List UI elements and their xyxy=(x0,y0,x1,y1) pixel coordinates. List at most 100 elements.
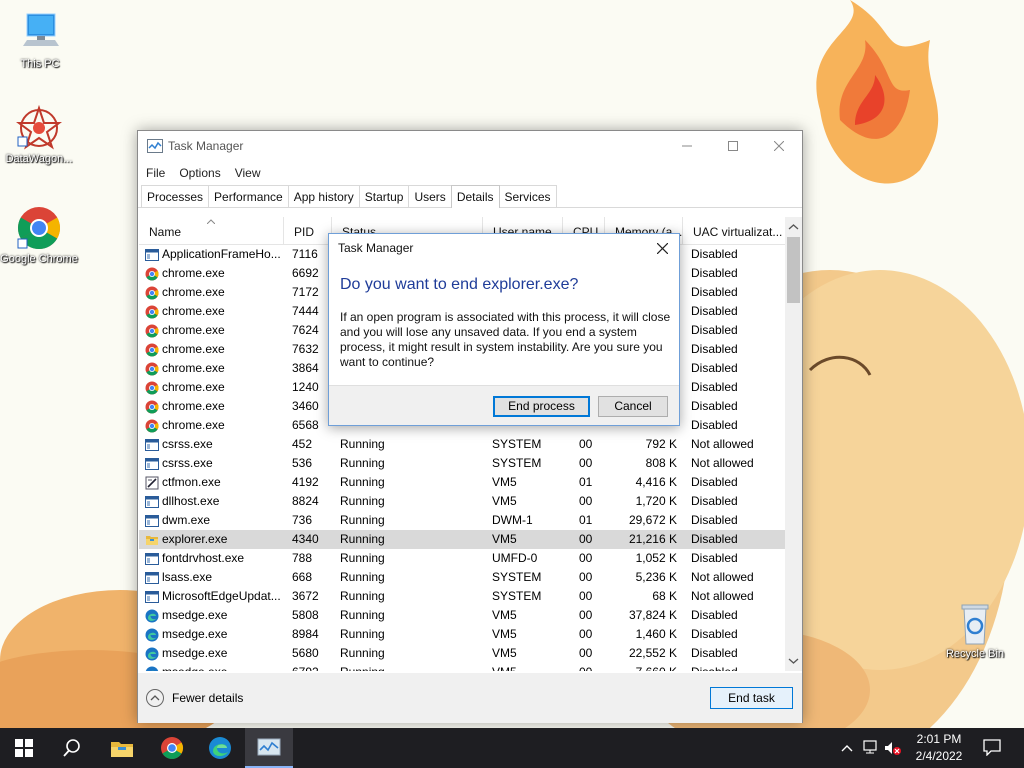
table-row[interactable]: lsass.exe 668 Running SYSTEM 00 5,236 K Not al… xyxy=(139,568,785,587)
process-uac-virtualization: Not allowed xyxy=(691,437,754,451)
action-center-button[interactable] xyxy=(983,739,1001,759)
chrome-icon xyxy=(145,324,159,337)
process-pid: 536 xyxy=(292,456,313,470)
edge-icon xyxy=(145,647,159,660)
dialog-close-button[interactable] xyxy=(651,237,673,259)
vertical-scrollbar[interactable] xyxy=(785,217,802,671)
table-row[interactable]: explorer.exe 4340 Running VM5 00 21,216 K Disa… xyxy=(139,530,785,549)
process-name: csrss.exe xyxy=(162,456,213,470)
footer-bar: Fewer details End task xyxy=(138,673,802,723)
process-user-name: SYSTEM xyxy=(492,589,542,603)
close-button[interactable] xyxy=(756,131,802,161)
process-cpu: 00 xyxy=(579,589,593,603)
tab-app-history[interactable]: App history xyxy=(287,185,360,207)
system-clock[interactable]: 2:01 PM 2/4/2022 xyxy=(906,731,972,765)
tab-startup[interactable]: Startup xyxy=(358,185,410,207)
process-pid: 3864 xyxy=(292,361,319,375)
process-pid: 7172 xyxy=(292,285,319,299)
column-header-name[interactable]: Name xyxy=(139,217,284,245)
process-name-cell: csrss.exe xyxy=(139,435,284,454)
taskbar-chrome[interactable] xyxy=(148,728,196,768)
chrome-icon xyxy=(145,400,159,413)
fewer-details-button[interactable]: Fewer details xyxy=(146,689,243,707)
volume-button[interactable] xyxy=(884,740,902,759)
show-hidden-icons-button[interactable] xyxy=(841,740,853,755)
process-name-cell: explorer.exe xyxy=(139,530,284,549)
computer-icon xyxy=(17,10,63,56)
chrome-icon xyxy=(145,267,159,280)
process-user-name: VM5 xyxy=(492,627,517,641)
tab-users[interactable]: Users xyxy=(408,185,452,207)
process-name-cell: chrome.exe xyxy=(139,264,284,283)
process-uac-virtualization: Disabled xyxy=(691,342,738,356)
desktop-icon-datawagon[interactable]: DataWagon... xyxy=(0,104,79,166)
process-status: Running xyxy=(340,437,385,451)
column-header-pid[interactable]: PID xyxy=(284,217,332,245)
chrome-icon xyxy=(145,343,159,356)
column-header-uac-virtualization[interactable]: UAC virtualizat... xyxy=(683,217,785,245)
process-uac-virtualization: Disabled xyxy=(691,608,738,622)
process-memory: 808 K xyxy=(645,456,677,470)
process-name-cell: msedge.exe xyxy=(139,606,284,625)
table-row[interactable]: csrss.exe 452 Running SYSTEM 00 792 K Not allo… xyxy=(139,435,785,454)
table-row[interactable]: msedge.exe 5680 Running VM5 00 22,552 K Disabl… xyxy=(139,644,785,663)
minimize-button[interactable] xyxy=(664,131,710,161)
process-name-cell: chrome.exe xyxy=(139,378,284,397)
title-bar[interactable]: Task Manager xyxy=(138,131,802,161)
end-process-dialog: Task Manager Do you want to end explorer… xyxy=(328,233,680,426)
process-pid: 6692 xyxy=(292,266,319,280)
search-button[interactable] xyxy=(48,728,96,768)
maximize-button[interactable] xyxy=(710,131,756,161)
file-explorer-icon xyxy=(146,535,158,545)
taskbar-task-manager[interactable] xyxy=(245,728,293,768)
table-row[interactable]: msedge.exe 6792RunningVM5007,660 KDisable… xyxy=(139,663,785,671)
cancel-button[interactable]: Cancel xyxy=(598,396,668,417)
tab-performance[interactable]: Performance xyxy=(208,185,289,207)
desktop-icon-recycle-bin[interactable]: Recycle Bin xyxy=(935,600,1015,661)
end-task-button[interactable]: End task xyxy=(710,687,793,709)
recycle-bin-icon xyxy=(952,600,998,646)
process-pid: 788 xyxy=(292,551,313,565)
process-name: chrome.exe xyxy=(162,361,225,375)
menu-view[interactable]: View xyxy=(235,166,261,180)
process-name: chrome.exe xyxy=(162,304,225,318)
process-name: fontdrvhost.exe xyxy=(162,551,245,565)
table-row[interactable]: dllhost.exe 8824 Running VM5 00 1,720 K Disabl… xyxy=(139,492,785,511)
scrollbar-thumb[interactable] xyxy=(787,237,800,303)
process-uac-virtualization: Not allowed xyxy=(691,589,754,603)
process-uac-virtualization: Disabled xyxy=(691,323,738,337)
desktop-icon-this-pc[interactable]: This PC xyxy=(0,10,80,71)
tab-services[interactable]: Services xyxy=(498,185,557,207)
tab-details[interactable]: Details xyxy=(450,185,500,208)
process-name: lsass.exe xyxy=(162,570,213,584)
table-row[interactable]: MicrosoftEdgeUpdat... 3672 Running SYSTEM 00… xyxy=(139,587,785,606)
end-process-button[interactable]: End process xyxy=(493,396,590,417)
process-name-cell: dllhost.exe xyxy=(139,492,284,511)
taskbar-edge[interactable] xyxy=(196,728,244,768)
table-row[interactable]: msedge.exe 8984 Running VM5 00 1,460 K Disable… xyxy=(139,625,785,644)
scroll-up-icon[interactable] xyxy=(785,221,802,233)
process-pid: 4340 xyxy=(292,532,319,546)
network-status-button[interactable] xyxy=(863,740,881,759)
taskbar-file-explorer[interactable] xyxy=(98,728,146,768)
process-name: ApplicationFrameHo... xyxy=(162,247,281,261)
process-memory: 7,660 K xyxy=(605,663,683,671)
scroll-down-icon[interactable] xyxy=(785,655,802,667)
process-name: chrome.exe xyxy=(162,266,225,280)
start-icon xyxy=(15,739,33,757)
menu-file[interactable]: File xyxy=(146,166,165,180)
table-row[interactable]: dwm.exe 736 Running DWM-1 01 29,672 K Disabled xyxy=(139,511,785,530)
process-name-cell: chrome.exe xyxy=(139,416,284,435)
table-row[interactable]: fontdrvhost.exe 788 Running UMFD-0 00 1,052 K… xyxy=(139,549,785,568)
menu-options[interactable]: Options xyxy=(179,166,220,180)
table-row[interactable]: csrss.exe 536 Running SYSTEM 00 808 K Not allo… xyxy=(139,454,785,473)
table-row[interactable]: ctfmon.exe 4192 Running VM5 01 4,416 K Disable… xyxy=(139,473,785,492)
edge-icon xyxy=(145,628,159,641)
process-name-cell: dwm.exe xyxy=(139,511,284,530)
start-button[interactable] xyxy=(0,728,48,768)
window-title: Task Manager xyxy=(168,139,244,153)
desktop-icon-google-chrome[interactable]: Google Chrome xyxy=(0,205,79,266)
table-row[interactable]: msedge.exe 5808 Running VM5 00 37,824 K Disabl… xyxy=(139,606,785,625)
tab-processes[interactable]: Processes xyxy=(141,185,210,207)
process-name: MicrosoftEdgeUpdat... xyxy=(162,589,281,603)
